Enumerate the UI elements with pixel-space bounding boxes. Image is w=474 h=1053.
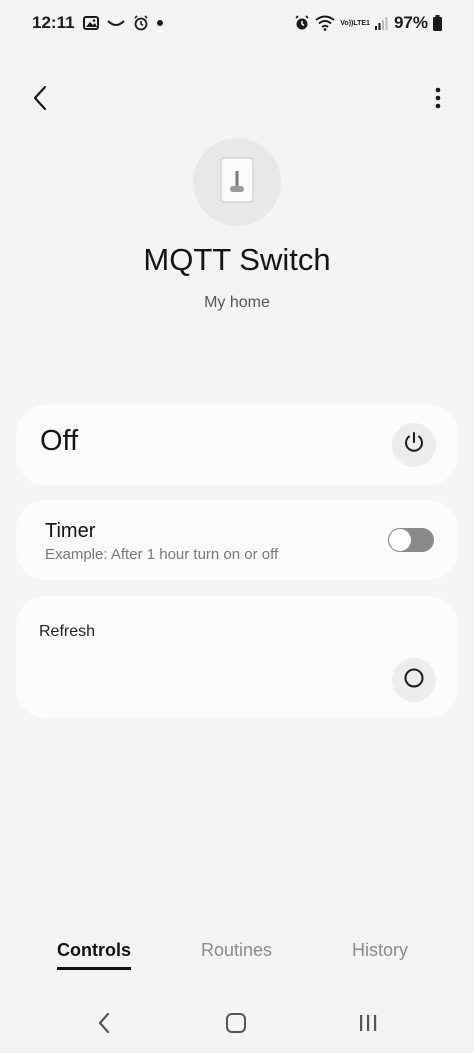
status-left: 12:11 — [32, 13, 163, 33]
wave-icon — [106, 18, 125, 28]
back-button[interactable] — [22, 80, 58, 120]
tab-controls[interactable]: Controls — [57, 940, 131, 970]
power-card: Off — [16, 405, 458, 485]
power-icon — [402, 431, 426, 460]
status-time: 12:11 — [32, 13, 75, 32]
wifi-icon — [315, 15, 335, 31]
status-bar: 12:11 Vo)) LTE1 97% — [0, 0, 474, 46]
refresh-button[interactable] — [392, 658, 436, 702]
system-home-button[interactable] — [216, 1010, 256, 1040]
battery-icon — [433, 15, 442, 31]
active-tab-indicator — [57, 967, 131, 970]
more-vertical-icon — [435, 87, 441, 114]
tab-controls-label: Controls — [57, 940, 131, 960]
bottom-tabs: Controls Routines History — [0, 940, 474, 976]
volte-top-label: Vo)) — [340, 19, 354, 27]
system-recents-button[interactable] — [348, 1010, 388, 1040]
tab-history-label: History — [352, 940, 409, 960]
more-options-button[interactable] — [426, 80, 450, 120]
top-nav — [0, 76, 474, 122]
alarm-icon — [294, 15, 310, 31]
device-icon-container — [193, 138, 281, 226]
timer-description: Example: After 1 hour turn on or off — [45, 546, 279, 563]
volte-icon: Vo)) LTE1 — [340, 20, 370, 27]
nav-back-icon — [97, 1012, 111, 1039]
tab-routines-label: Routines — [201, 940, 273, 960]
battery-percent: 97% — [393, 13, 428, 32]
image-icon — [82, 16, 99, 30]
timer-title: Timer — [45, 520, 96, 542]
alarm-clock-icon — [133, 15, 149, 31]
nav-home-icon — [225, 1012, 247, 1039]
device-name: MQTT Switch — [143, 242, 331, 277]
timer-toggle[interactable] — [388, 528, 434, 552]
volte-bottom-label: LTE1 — [353, 19, 370, 27]
device-location: My home — [204, 294, 270, 311]
device-header: MQTT Switch My home — [0, 138, 474, 312]
signal-icon — [374, 16, 389, 30]
nav-recents-icon — [358, 1013, 378, 1038]
timer-card[interactable]: Timer Example: After 1 hour turn on or o… — [16, 500, 458, 580]
status-right: Vo)) LTE1 97% — [294, 13, 442, 33]
chevron-left-icon — [32, 85, 48, 116]
refresh-title: Refresh — [39, 623, 96, 640]
tab-history[interactable]: History — [352, 940, 408, 961]
refresh-card: Refresh — [16, 596, 458, 718]
power-button[interactable] — [392, 423, 436, 467]
system-back-button[interactable] — [84, 1010, 124, 1040]
switch-device-icon — [220, 156, 254, 208]
notification-dot — [156, 20, 163, 26]
circle-icon — [403, 667, 425, 694]
system-nav-bar — [0, 1000, 474, 1050]
tab-routines[interactable]: Routines — [201, 940, 272, 961]
toggle-knob — [388, 528, 412, 552]
power-state-label: Off — [40, 425, 79, 457]
